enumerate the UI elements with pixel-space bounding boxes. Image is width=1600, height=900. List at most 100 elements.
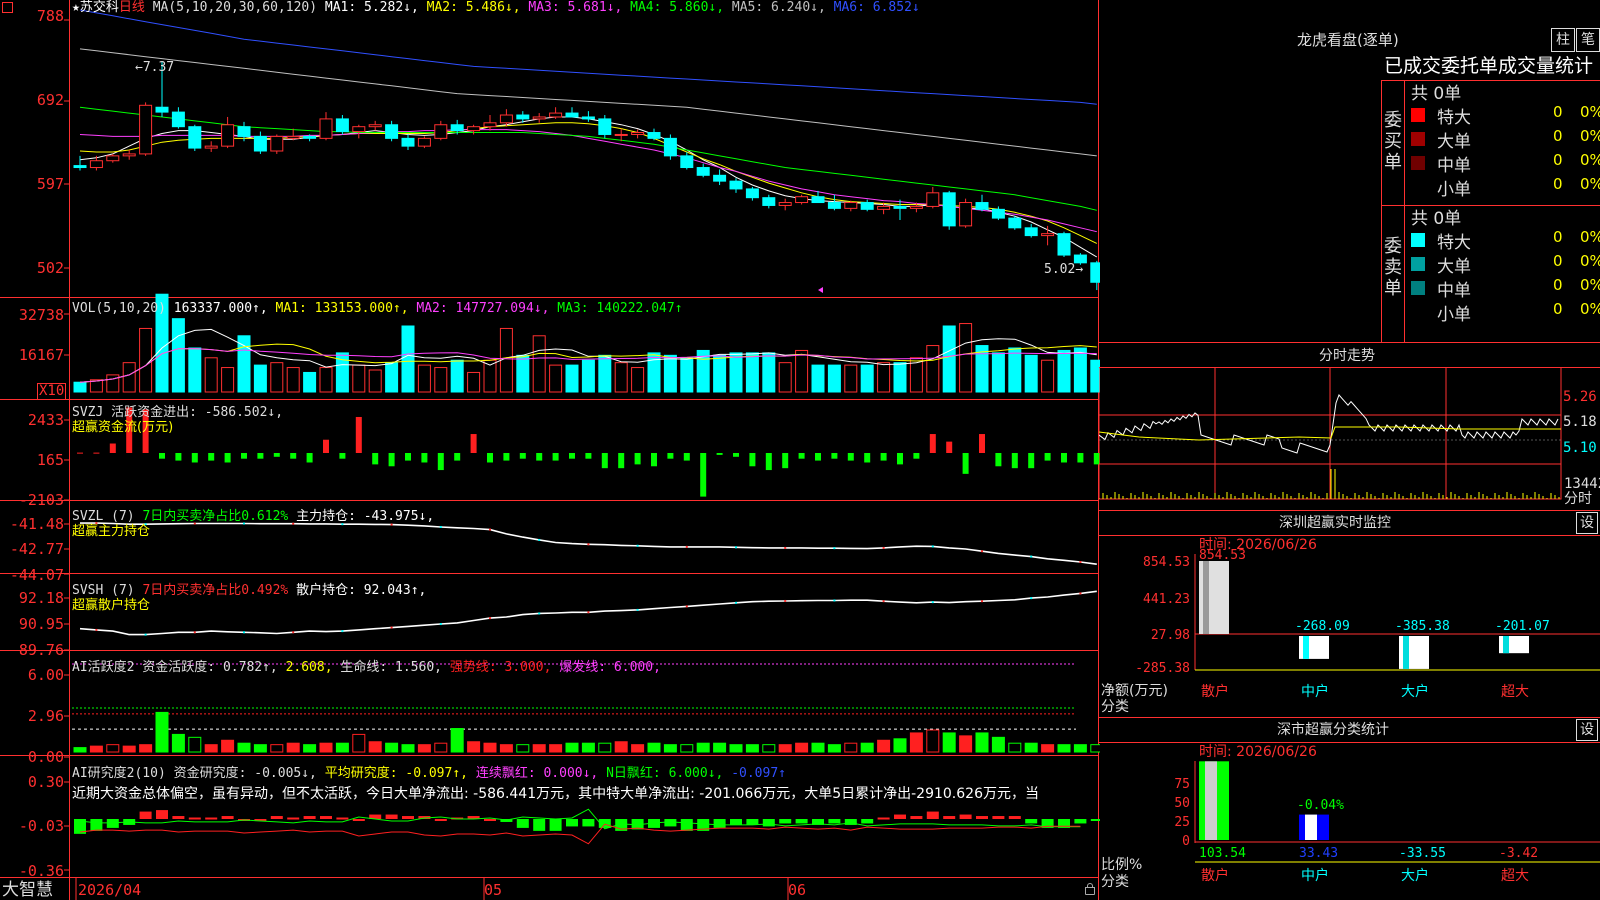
svzl-legend-b: 7日内买卖净占比0.612% xyxy=(142,509,289,524)
volume-bar xyxy=(122,362,136,393)
buy-row-pct: 0% xyxy=(1580,151,1600,169)
svzl-legend-a: SVZL (7) xyxy=(72,509,135,524)
classify-value-label: 33.43 xyxy=(1299,846,1338,861)
current-marker xyxy=(818,287,823,293)
retail-holding-line-dot xyxy=(931,601,934,604)
flow-bar xyxy=(585,453,592,459)
ai-research-legend-item: 连续飘红: 0.000↓, xyxy=(475,766,607,781)
date-label: 06 xyxy=(788,881,807,899)
main-holding-line-dot xyxy=(981,550,983,553)
order-stats-title: 已成交委托单成交量统计 xyxy=(1384,55,1594,77)
sell-row[interactable]: 中单 0 0% xyxy=(1411,276,1600,301)
buy-row[interactable]: 特大 0 0% xyxy=(1411,103,1600,128)
research-bar xyxy=(762,819,775,827)
activity-bar xyxy=(1024,742,1038,753)
price-low-value: 5.02 xyxy=(1044,262,1076,277)
volume-bar xyxy=(827,364,841,393)
flow-bar xyxy=(159,453,165,459)
flow-bar xyxy=(847,453,854,461)
sell-row[interactable]: 小单 0 0% xyxy=(1411,300,1600,325)
research-bar xyxy=(976,816,988,819)
research-bar xyxy=(106,819,119,828)
retail-holding-line-dot xyxy=(243,631,245,634)
research-bar xyxy=(664,819,677,827)
activity-bar xyxy=(663,744,677,753)
main-holding-line-dot xyxy=(489,528,491,531)
sell-row-pct: 0% xyxy=(1580,228,1600,246)
tick-mode-button[interactable]: 笔 xyxy=(1576,28,1600,52)
period-label[interactable]: 日线 xyxy=(119,0,145,15)
research-bar xyxy=(730,819,742,825)
ai-research-legend-item: -0.097↑ xyxy=(731,766,786,781)
ai-research-chart xyxy=(74,808,1100,845)
main-holding-line-dot xyxy=(784,546,787,549)
main-holding-line-dot xyxy=(538,538,541,541)
monitor-bar-shade xyxy=(1503,636,1509,654)
activity-bar xyxy=(352,733,366,753)
sell-side-label: 委卖单 xyxy=(1384,236,1404,299)
main-chart-area[interactable] xyxy=(0,0,1100,900)
research-bar xyxy=(484,819,496,821)
buy-row[interactable]: 小单 0 0% xyxy=(1411,175,1600,200)
candle-body xyxy=(286,135,300,139)
svzl-legend-c: 主力持仓: -43.975↓, xyxy=(296,509,435,524)
monitor-bar-chart: 854.53 441.23 27.98 -285.38 854.53 散户 -268.09 中… xyxy=(1135,548,1600,700)
retail-holding-line-dot xyxy=(95,628,98,631)
vol-legend-item: MA2: 147727.094↓, xyxy=(416,301,558,316)
classify-axis-label: 75 xyxy=(1174,777,1190,792)
candle-body xyxy=(532,116,546,120)
favorite-star[interactable]: ★ xyxy=(72,0,80,15)
activity-bar xyxy=(106,744,120,753)
volume-bar xyxy=(204,357,218,393)
sell-row[interactable]: 特大 0 0% xyxy=(1411,228,1600,253)
sell-row[interactable]: 大单 0 0% xyxy=(1411,252,1600,277)
main-holding-line-dot xyxy=(833,547,836,550)
research-bar xyxy=(336,817,349,820)
vol-legend: VOL(5,10,20) 163337.000↑, MA1: 133153.00… xyxy=(72,301,683,317)
activity-bar xyxy=(713,742,727,753)
activity-bar xyxy=(385,742,399,753)
classify-bar-shade xyxy=(1305,814,1317,840)
volume-bar xyxy=(385,362,399,393)
buy-row-name: 中单 xyxy=(1437,156,1471,176)
sell-side-char: 卖 xyxy=(1384,257,1402,278)
monitor-settings-button[interactable]: 设 xyxy=(1576,512,1598,534)
flow-bar xyxy=(536,453,543,461)
candle-body xyxy=(1024,227,1038,237)
volume-bar xyxy=(270,362,284,393)
ai-research-legend-item: 平均研究度: -0.097↑, xyxy=(324,766,476,781)
date-label: 2026/04 xyxy=(78,881,142,899)
candle-body xyxy=(171,111,185,128)
flow-bar xyxy=(929,434,936,453)
candle-body xyxy=(499,114,513,124)
ai-active-legend-item: 强势线: 3.000, xyxy=(449,660,560,675)
lock-icon[interactable] xyxy=(1085,883,1095,895)
flow-bar xyxy=(372,453,379,465)
flow-bar xyxy=(1028,453,1035,469)
research-bar xyxy=(303,816,316,819)
flow-bar xyxy=(700,453,707,497)
flow-bar xyxy=(815,453,821,461)
svsh-legend-b: 7日内买卖净占比0.492% xyxy=(142,583,289,598)
candle-body xyxy=(614,133,628,136)
activity-bar xyxy=(729,744,743,753)
flow-bar xyxy=(1011,453,1018,469)
ma-legend-item: MA1: 5.282↓, xyxy=(324,0,427,15)
candle-body xyxy=(663,137,677,157)
activity-bar xyxy=(122,745,136,753)
intraday-chart[interactable] xyxy=(1099,367,1600,510)
bar-mode-button[interactable]: 柱 xyxy=(1551,28,1575,52)
buy-row-pct: 0% xyxy=(1580,103,1600,121)
sell-row-pct: 0% xyxy=(1580,300,1600,318)
candle-body xyxy=(385,124,399,139)
classify-settings-button[interactable]: 设 xyxy=(1576,719,1598,741)
classify-category-label: 大户 xyxy=(1401,867,1429,884)
ai-research-comment: 近期大资金总体偏空，虽有异动，但不太活跃，今日大单净流出: -586.441万元… xyxy=(72,786,1039,802)
buy-row[interactable]: 大单 0 0% xyxy=(1411,127,1600,152)
buy-row[interactable]: 中单 0 0% xyxy=(1411,151,1600,176)
candle-body xyxy=(926,192,940,207)
candle-body xyxy=(253,135,267,152)
flow-bar xyxy=(454,453,461,461)
monitor-bar-shade xyxy=(1303,636,1309,659)
activity-bar xyxy=(893,738,907,753)
